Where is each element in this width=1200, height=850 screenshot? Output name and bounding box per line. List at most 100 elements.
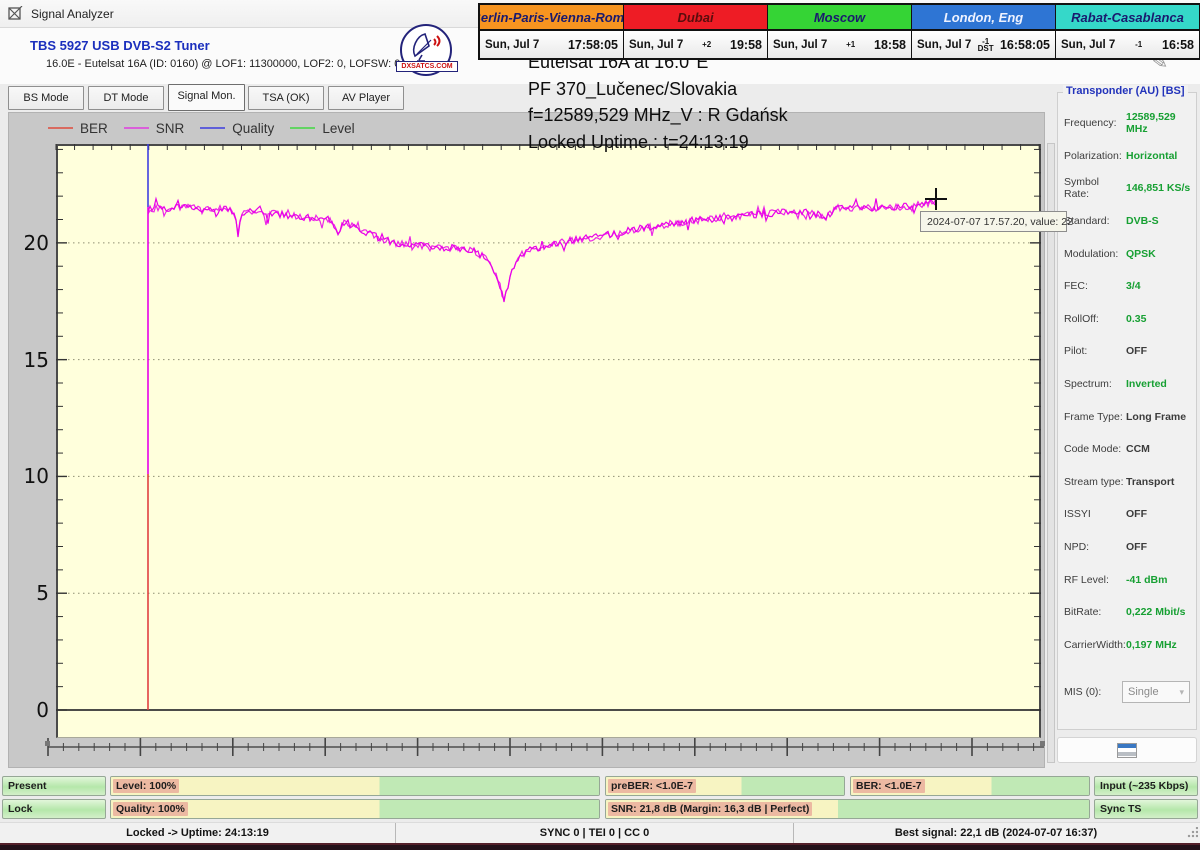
transponder-row: Pilot:OFF [1064, 335, 1194, 368]
transponder-panel-title: Transponder (AU) [BS] [1063, 85, 1188, 97]
transponder-value: 0,197 MHz [1126, 639, 1177, 651]
clock-city: Rabat-Casablanca [1056, 5, 1199, 31]
indicator-input-235-kbps-: Input (~235 Kbps) [1094, 776, 1198, 796]
transponder-label: RollOff: [1064, 313, 1126, 325]
dxsatcs-logo: DXSATCS.COM [400, 24, 452, 76]
transponder-row: ISSYIOFF [1064, 498, 1194, 531]
chart-tooltip: 2024-07-07 17.57.20, value: 22 [920, 211, 1067, 232]
transponder-row: Frame Type:Long Frame [1064, 400, 1194, 433]
clock-city: Dubai [624, 5, 767, 31]
tab-signal-mon-[interactable]: Signal Mon. [168, 84, 245, 111]
ts-list-button[interactable] [1057, 737, 1197, 763]
transponder-row: FEC:3/4 [1064, 270, 1194, 303]
indicator-sync-ts: Sync TS [1094, 799, 1198, 819]
indicator-preber: preBER: <1.0E-7 [605, 776, 845, 796]
statusbar-segment-3: Best signal: 22,1 dB (2024-07-07 16:37) [794, 823, 1198, 843]
status-bar: Locked -> Uptime: 24:13:19SYNC 0 | TEI 0… [0, 822, 1200, 843]
chart-annotation-overlay: Eutelsat 16A at 16.0°EPF 370_Lučenec/Slo… [528, 49, 788, 155]
transponder-row: Modulation:QPSK [1064, 237, 1194, 270]
transponder-row: RF Level:-41 dBm [1064, 563, 1194, 596]
clock-cell-3: MoscowSun, Jul 7+118:58 [767, 5, 911, 58]
mis-value: Single [1128, 686, 1159, 698]
indicator-label: Sync TS [1097, 802, 1144, 816]
transponder-row: CarrierWidth:0,197 MHz [1064, 629, 1194, 662]
transponder-label: Stream type: [1064, 476, 1126, 488]
satellite-dish-icon [409, 30, 445, 64]
indicator-snr: SNR: 21,8 dB (Margin: 16,3 dB | Perfect) [605, 799, 1090, 819]
logo-caption: DXSATCS.COM [396, 61, 458, 72]
indicator-ber: BER: <1.0E-7 [850, 776, 1090, 796]
chart-scrollbar[interactable] [1047, 143, 1055, 763]
mis-row: MIS (0): Single ▾ [1064, 681, 1190, 703]
clock-cell-1: Berlin-Paris-Vienna-RomaSun, Jul 717:58:… [480, 5, 623, 58]
transponder-value: Horizontal [1126, 150, 1177, 162]
transponder-value: Transport [1126, 476, 1174, 488]
transponder-value: Inverted [1126, 378, 1167, 390]
clock-city: Berlin-Paris-Vienna-Roma [480, 5, 623, 31]
transponder-value: 3/4 [1126, 280, 1141, 292]
clock-time: Sun, Jul 7-1DST16:58:05 [912, 31, 1055, 58]
transponder-value: OFF [1126, 541, 1147, 553]
indicator-label: SNR: 21,8 dB (Margin: 16,3 dB | Perfect) [608, 802, 812, 816]
annotation-line: f=12589,529 MHz_V : R Gdańsk [528, 102, 788, 129]
annotation-line: PF 370_Lučenec/Slovakia [528, 76, 788, 103]
signal-chart[interactable]: BERSNRQualityLevel 05101520 [8, 112, 1045, 768]
indicator-label: Input (~235 Kbps) [1097, 779, 1191, 793]
y-tick-label: 20 [11, 231, 49, 255]
crosshair-cursor [925, 198, 947, 200]
indicator-label: Present [5, 779, 50, 793]
transponder-row: RollOff:0.35 [1064, 303, 1194, 336]
indicator-level: Level: 100% [110, 776, 600, 796]
clock-time: Sun, Jul 7-116:58 [1056, 31, 1199, 58]
mis-label: MIS (0): [1064, 686, 1122, 698]
tab-tsa-ok-[interactable]: TSA (OK) [248, 86, 324, 110]
transponder-row: Frequency:12589,529 MHz [1064, 107, 1194, 140]
y-tick-label: 10 [11, 464, 49, 488]
clock-time: Sun, Jul 717:58:05 [480, 31, 623, 58]
indicator-label: Lock [5, 802, 36, 816]
indicator-quality: Quality: 100% [110, 799, 600, 819]
world-clock-panel: Berlin-Paris-Vienna-RomaSun, Jul 717:58:… [478, 3, 1200, 60]
resize-grip[interactable] [1186, 827, 1198, 839]
transponder-row: Standard:DVB-S [1064, 205, 1194, 238]
transponder-panel: Transponder (AU) [BS] Frequency:12589,52… [1057, 92, 1197, 730]
tab-bs-mode[interactable]: BS Mode [8, 86, 84, 110]
transponder-value: OFF [1126, 345, 1147, 357]
transponder-value: 0.35 [1126, 313, 1146, 325]
statusbar-segment-2: SYNC 0 | TEI 0 | CC 0 [396, 823, 794, 843]
statusbar-segment-1: Locked -> Uptime: 24:13:19 [0, 823, 396, 843]
transponder-label: Code Mode: [1064, 443, 1126, 455]
tuner-title: TBS 5927 USB DVB-S2 Tuner [30, 38, 210, 53]
clock-cell-2: DubaiSun, Jul 7+219:58 [623, 5, 767, 58]
indicator-label: BER: <1.0E-7 [853, 779, 925, 793]
clock-time: Sun, Jul 7+219:58 [624, 31, 767, 58]
tab-dt-mode[interactable]: DT Mode [88, 86, 164, 110]
ts-list-icon [1117, 743, 1137, 758]
transponder-label: NPD: [1064, 541, 1126, 553]
clock-time: Sun, Jul 7+118:58 [768, 31, 911, 58]
transponder-label: FEC: [1064, 280, 1126, 292]
indicator-label: Level: 100% [113, 779, 179, 793]
y-tick-label: 5 [11, 581, 49, 605]
transponder-value: OFF [1126, 508, 1147, 520]
tuner-subtitle: 16.0E - Eutelsat 16A (ID: 0160) @ LOF1: … [46, 58, 400, 70]
transponder-value: 0,222 Mbit/s [1126, 606, 1186, 618]
app-icon [8, 6, 23, 21]
transponder-label: Polarization: [1064, 150, 1126, 162]
indicator-present: Present [2, 776, 106, 796]
chevron-down-icon: ▾ [1179, 687, 1184, 698]
transponder-row: Code Mode:CCM [1064, 433, 1194, 466]
window-title: Signal Analyzer [31, 7, 114, 21]
indicator-lock: Lock [2, 799, 106, 819]
clock-cell-4: London, EngSun, Jul 7-1DST16:58:05 [911, 5, 1055, 58]
transponder-row: Spectrum:Inverted [1064, 368, 1194, 401]
transponder-label: Frequency: [1064, 117, 1126, 129]
transponder-value: 146,851 KS/s [1126, 182, 1190, 194]
y-tick-label: 0 [11, 698, 49, 722]
clock-city: London, Eng [912, 5, 1055, 31]
transponder-value: DVB-S [1126, 215, 1159, 227]
transponder-label: Pilot: [1064, 345, 1126, 357]
mis-dropdown[interactable]: Single ▾ [1122, 681, 1190, 703]
tab-av-player[interactable]: AV Player [328, 86, 404, 110]
transponder-label: CarrierWidth: [1064, 639, 1126, 651]
